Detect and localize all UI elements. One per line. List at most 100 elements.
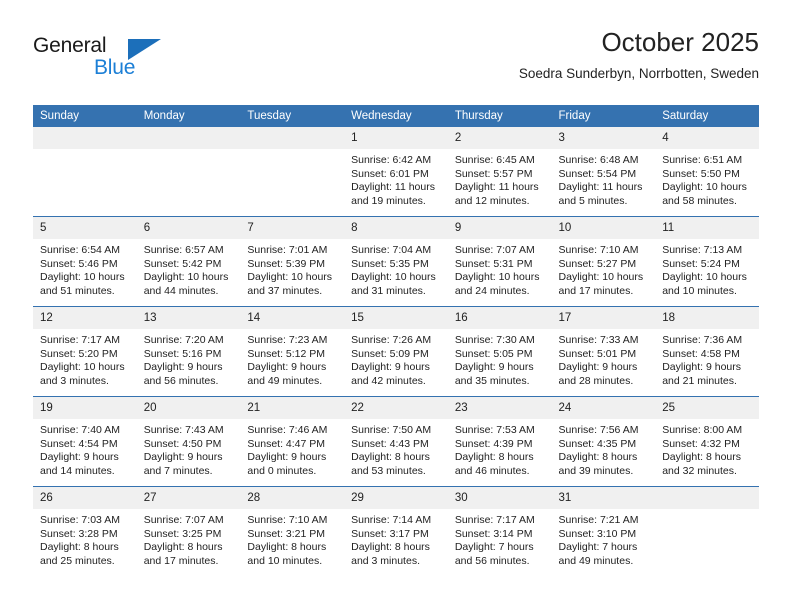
- calendar-day-cell[interactable]: 1 Sunrise: 6:42 AM Sunset: 6:01 PM Daylight…: [344, 127, 448, 217]
- daylight-text: and 51 minutes.: [40, 284, 115, 297]
- day-details: Sunrise: 7:04 AM Sunset: 5:35 PM Daylight:…: [344, 239, 448, 298]
- sunrise-text: Sunrise: 7:07 AM: [143, 514, 224, 526]
- sunset-text: Sunset: 5:50 PM: [662, 167, 740, 180]
- calendar-day-cell[interactable]: 10 Sunrise: 7:10 AM Sunset: 5:27 PM Dayligh…: [551, 216, 656, 307]
- calendar-day-cell[interactable]: 30 Sunrise: 7:17 AM Sunset: 3:14 PM Dayligh…: [447, 486, 552, 576]
- calendar-day-cell[interactable]: 7 Sunrise: 7:01 AM Sunset: 5:39 PM Daylight…: [240, 216, 345, 307]
- day-details: Sunrise: 7:33 AM Sunset: 5:01 PM Daylight:…: [552, 329, 656, 388]
- calendar-day-cell[interactable]: 19 Sunrise: 7:40 AM Sunset: 4:54 PM Dayligh…: [33, 396, 137, 487]
- daylight-text: and 56 minutes.: [454, 554, 530, 567]
- day-number: 23: [447, 397, 552, 419]
- day-number: 3: [551, 127, 656, 149]
- calendar-day-cell[interactable]: 16 Sunrise: 7:30 AM Sunset: 5:05 PM Dayligh…: [447, 306, 552, 397]
- calendar-day-cell[interactable]: 5 Sunrise: 6:54 AM Sunset: 5:46 PM Daylight…: [33, 216, 137, 307]
- daylight-text: and 25 minutes.: [40, 554, 115, 567]
- calendar-day-cell[interactable]: 13 Sunrise: 7:20 AM Sunset: 5:16 PM Dayligh…: [136, 306, 241, 397]
- daylight-text: and 10 minutes.: [662, 284, 737, 297]
- daylight-text: and 42 minutes.: [351, 374, 426, 387]
- daylight-text: Daylight: 9 hours: [40, 451, 119, 464]
- day-number: 10: [551, 217, 656, 239]
- calendar-day-cell[interactable]: 17 Sunrise: 7:33 AM Sunset: 5:01 PM Dayligh…: [551, 306, 656, 397]
- day-details: Sunrise: 7:03 AM Sunset: 3:28 PM Daylight:…: [33, 509, 137, 568]
- sunrise-text: Sunrise: 7:17 AM: [454, 514, 535, 526]
- sunset-text: Sunset: 5:42 PM: [143, 257, 222, 270]
- day-details: Sunrise: 6:48 AM Sunset: 5:54 PM Daylight:…: [552, 149, 656, 208]
- sunrise-text: Sunrise: 7:46 AM: [247, 424, 328, 436]
- day-number: 13: [136, 307, 241, 329]
- day-details: Sunrise: 7:43 AM Sunset: 4:50 PM Daylight:…: [137, 419, 241, 478]
- daylight-text: and 58 minutes.: [662, 194, 737, 207]
- sunrise-text: Sunrise: 7:10 AM: [247, 514, 328, 526]
- calendar-day-cell[interactable]: 20 Sunrise: 7:43 AM Sunset: 4:50 PM Dayligh…: [136, 396, 241, 487]
- daylight-text: Daylight: 8 hours: [351, 541, 430, 554]
- calendar-day-cell[interactable]: 14 Sunrise: 7:23 AM Sunset: 5:12 PM Dayligh…: [240, 306, 345, 397]
- calendar-week-row: 26 Sunrise: 7:03 AM Sunset: 3:28 PM Dayligh…: [33, 486, 759, 576]
- logo-text-general: General: [33, 34, 107, 57]
- sunrise-text: Sunrise: 7:13 AM: [662, 244, 743, 256]
- calendar-day-cell[interactable]: 3 Sunrise: 6:48 AM Sunset: 5:54 PM Daylight…: [551, 127, 656, 217]
- day-number: 31: [551, 487, 656, 509]
- day-number: 7: [240, 217, 345, 239]
- sunset-text: Sunset: 5:46 PM: [40, 257, 118, 270]
- weekday-header-friday: Friday: [551, 105, 656, 127]
- day-number: 24: [551, 397, 656, 419]
- daylight-text: Daylight: 9 hours: [143, 361, 223, 374]
- day-details: Sunrise: 7:07 AM Sunset: 5:31 PM Daylight:…: [448, 239, 552, 298]
- day-number: 5: [33, 217, 137, 239]
- calendar-day-cell[interactable]: 24 Sunrise: 7:56 AM Sunset: 4:35 PM Dayligh…: [551, 396, 656, 487]
- calendar-week-row: 1 Sunrise: 6:42 AM Sunset: 6:01 PM Daylight…: [33, 127, 759, 217]
- daylight-text: Daylight: 11 hours: [454, 181, 539, 194]
- daylight-text: and 10 minutes.: [247, 554, 323, 567]
- calendar-day-cell[interactable]: 28 Sunrise: 7:10 AM Sunset: 3:21 PM Dayligh…: [240, 486, 345, 576]
- calendar-day-cell[interactable]: 26 Sunrise: 7:03 AM Sunset: 3:28 PM Dayligh…: [33, 486, 137, 576]
- sunrise-text: Sunrise: 6:48 AM: [558, 154, 639, 166]
- sunset-text: Sunset: 4:47 PM: [247, 437, 326, 450]
- daylight-text: and 28 minutes.: [558, 374, 634, 387]
- daylight-text: and 14 minutes.: [40, 464, 115, 477]
- calendar-day-cell[interactable]: 23 Sunrise: 7:53 AM Sunset: 4:39 PM Dayligh…: [447, 396, 552, 487]
- calendar-day-cell[interactable]: 6 Sunrise: 6:57 AM Sunset: 5:42 PM Daylight…: [136, 216, 241, 307]
- sunset-text: Sunset: 3:17 PM: [351, 527, 429, 540]
- calendar-day-cell[interactable]: 22 Sunrise: 7:50 AM Sunset: 4:43 PM Dayligh…: [344, 396, 448, 487]
- calendar-day-cell[interactable]: 18 Sunrise: 7:36 AM Sunset: 4:58 PM Dayligh…: [655, 306, 759, 397]
- calendar-day-cell[interactable]: 29 Sunrise: 7:14 AM Sunset: 3:17 PM Dayligh…: [344, 486, 448, 576]
- calendar-day-cell[interactable]: 27 Sunrise: 7:07 AM Sunset: 3:25 PM Dayligh…: [136, 486, 241, 576]
- daylight-text: and 35 minutes.: [454, 374, 530, 387]
- day-details: Sunrise: 7:10 AM Sunset: 5:27 PM Daylight:…: [552, 239, 656, 298]
- calendar-day-cell[interactable]: 25 Sunrise: 8:00 AM Sunset: 4:32 PM Dayligh…: [655, 396, 759, 487]
- sunset-text: Sunset: 6:01 PM: [351, 167, 429, 180]
- calendar-day-cell[interactable]: 31 Sunrise: 7:21 AM Sunset: 3:10 PM Dayligh…: [551, 486, 656, 576]
- sunrise-sunset-calendar: Sunday Monday Tuesday Wednesday Thursday…: [33, 105, 759, 576]
- daylight-text: Daylight: 8 hours: [662, 451, 742, 464]
- daylight-text: and 0 minutes.: [247, 464, 317, 477]
- sunset-text: Sunset: 3:14 PM: [454, 527, 533, 540]
- daylight-text: and 19 minutes.: [351, 194, 426, 207]
- sunrise-text: Sunrise: 7:20 AM: [143, 334, 224, 346]
- daylight-text: and 3 minutes.: [351, 554, 420, 567]
- calendar-day-cell[interactable]: 12 Sunrise: 7:17 AM Sunset: 5:20 PM Dayligh…: [33, 306, 137, 397]
- daylight-text: and 31 minutes.: [351, 284, 426, 297]
- sunset-text: Sunset: 5:01 PM: [558, 347, 637, 360]
- sunset-text: Sunset: 3:28 PM: [40, 527, 118, 540]
- sunset-text: Sunset: 5:05 PM: [454, 347, 533, 360]
- weekday-header-thursday: Thursday: [447, 105, 552, 127]
- calendar-week-row: 5 Sunrise: 6:54 AM Sunset: 5:46 PM Daylight…: [33, 216, 759, 307]
- page-title: October 2025: [601, 27, 759, 57]
- calendar-day-cell[interactable]: 4 Sunrise: 6:51 AM Sunset: 5:50 PM Daylight…: [655, 127, 759, 217]
- calendar-day-cell[interactable]: 15 Sunrise: 7:26 AM Sunset: 5:09 PM Dayligh…: [344, 306, 448, 397]
- sunset-text: Sunset: 5:12 PM: [247, 347, 326, 360]
- calendar-day-cell[interactable]: 21 Sunrise: 7:46 AM Sunset: 4:47 PM Dayligh…: [240, 396, 345, 487]
- calendar-day-cell[interactable]: 8 Sunrise: 7:04 AM Sunset: 5:35 PM Daylight…: [344, 216, 448, 307]
- day-number: 28: [240, 487, 345, 509]
- calendar-day-cell[interactable]: 9 Sunrise: 7:07 AM Sunset: 5:31 PM Daylight…: [447, 216, 552, 307]
- daylight-text: Daylight: 9 hours: [143, 451, 223, 464]
- day-details: Sunrise: 7:36 AM Sunset: 4:58 PM Daylight:…: [655, 329, 759, 388]
- calendar-day-cell[interactable]: 11 Sunrise: 7:13 AM Sunset: 5:24 PM Dayligh…: [655, 216, 759, 307]
- daylight-text: and 37 minutes.: [247, 284, 323, 297]
- daylight-text: and 49 minutes.: [247, 374, 323, 387]
- day-number: 8: [344, 217, 448, 239]
- day-details: Sunrise: 7:26 AM Sunset: 5:09 PM Daylight:…: [344, 329, 448, 388]
- calendar-day-cell[interactable]: 2 Sunrise: 6:45 AM Sunset: 5:57 PM Daylight…: [447, 127, 552, 217]
- day-number: 4: [655, 127, 759, 149]
- sunrise-text: Sunrise: 7:50 AM: [351, 424, 432, 436]
